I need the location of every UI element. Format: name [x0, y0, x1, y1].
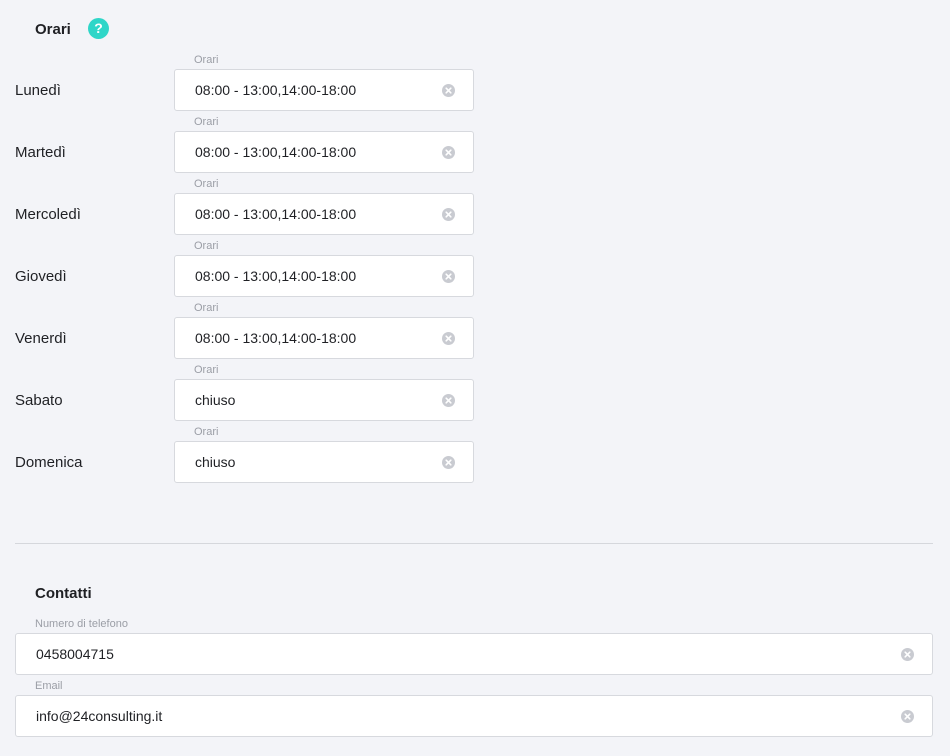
hours-input[interactable]: 08:00 - 13:00,14:00-18:00 — [174, 317, 474, 359]
phone-field[interactable]: 0458004715 — [15, 633, 933, 675]
hours-value: chiuso — [195, 454, 236, 470]
day-label: Venerdì — [15, 330, 67, 347]
hours-field-caption: Orari — [194, 364, 219, 376]
hours-field-caption: Orari — [194, 54, 219, 66]
contacts-section-title: Contatti — [35, 585, 92, 602]
day-label: Sabato — [15, 392, 63, 409]
hours-field-caption: Orari — [194, 178, 219, 190]
day-label: Domenica — [15, 454, 83, 471]
hours-value: 08:00 - 13:00,14:00-18:00 — [195, 268, 357, 284]
hours-field-caption: Orari — [194, 302, 219, 314]
day-label: Lunedì — [15, 82, 61, 99]
clear-icon[interactable] — [442, 84, 455, 97]
clear-icon[interactable] — [901, 648, 914, 661]
day-row: Martedì Orari 08:00 - 13:00,14:00-18:00 — [0, 111, 950, 173]
hours-field-caption: Orari — [194, 240, 219, 252]
clear-icon[interactable] — [442, 456, 455, 469]
hours-input[interactable]: 08:00 - 13:00,14:00-18:00 — [174, 193, 474, 235]
hours-input[interactable]: 08:00 - 13:00,14:00-18:00 — [174, 255, 474, 297]
email-field[interactable]: info@24consulting.it — [15, 695, 933, 737]
day-row: Sabato Orari chiuso — [0, 359, 950, 421]
hours-value: 08:00 - 13:00,14:00-18:00 — [195, 330, 357, 346]
hours-input[interactable]: chiuso — [174, 441, 474, 483]
email-caption: Email — [35, 680, 63, 692]
section-divider — [15, 543, 933, 544]
hours-value: 08:00 - 13:00,14:00-18:00 — [195, 206, 357, 222]
clear-icon[interactable] — [442, 208, 455, 221]
hours-section-title: Orari — [35, 21, 71, 38]
hours-input[interactable]: chiuso — [174, 379, 474, 421]
day-row: Mercoledì Orari 08:00 - 13:00,14:00-18:00 — [0, 173, 950, 235]
hours-value: 08:00 - 13:00,14:00-18:00 — [195, 82, 357, 98]
hours-value: chiuso — [195, 392, 236, 408]
day-label: Giovedì — [15, 268, 67, 285]
clear-icon[interactable] — [442, 394, 455, 407]
hours-field-caption: Orari — [194, 116, 219, 128]
day-row: Giovedì Orari 08:00 - 13:00,14:00-18:00 — [0, 235, 950, 297]
email-value: info@24consulting.it — [36, 708, 163, 724]
day-label: Martedì — [15, 144, 66, 161]
phone-caption: Numero di telefono — [35, 618, 128, 630]
clear-icon[interactable] — [442, 270, 455, 283]
day-row: Lunedì Orari 08:00 - 13:00,14:00-18:00 — [0, 49, 950, 111]
clear-icon[interactable] — [901, 710, 914, 723]
day-row: Venerdì Orari 08:00 - 13:00,14:00-18:00 — [0, 297, 950, 359]
clear-icon[interactable] — [442, 332, 455, 345]
phone-value: 0458004715 — [36, 646, 114, 662]
hours-input[interactable]: 08:00 - 13:00,14:00-18:00 — [174, 69, 474, 111]
day-label: Mercoledì — [15, 206, 81, 223]
day-row: Domenica Orari chiuso — [0, 421, 950, 483]
hours-field-caption: Orari — [194, 426, 219, 438]
hours-input[interactable]: 08:00 - 13:00,14:00-18:00 — [174, 131, 474, 173]
clear-icon[interactable] — [442, 146, 455, 159]
hours-value: 08:00 - 13:00,14:00-18:00 — [195, 144, 357, 160]
help-icon[interactable]: ? — [88, 18, 109, 39]
